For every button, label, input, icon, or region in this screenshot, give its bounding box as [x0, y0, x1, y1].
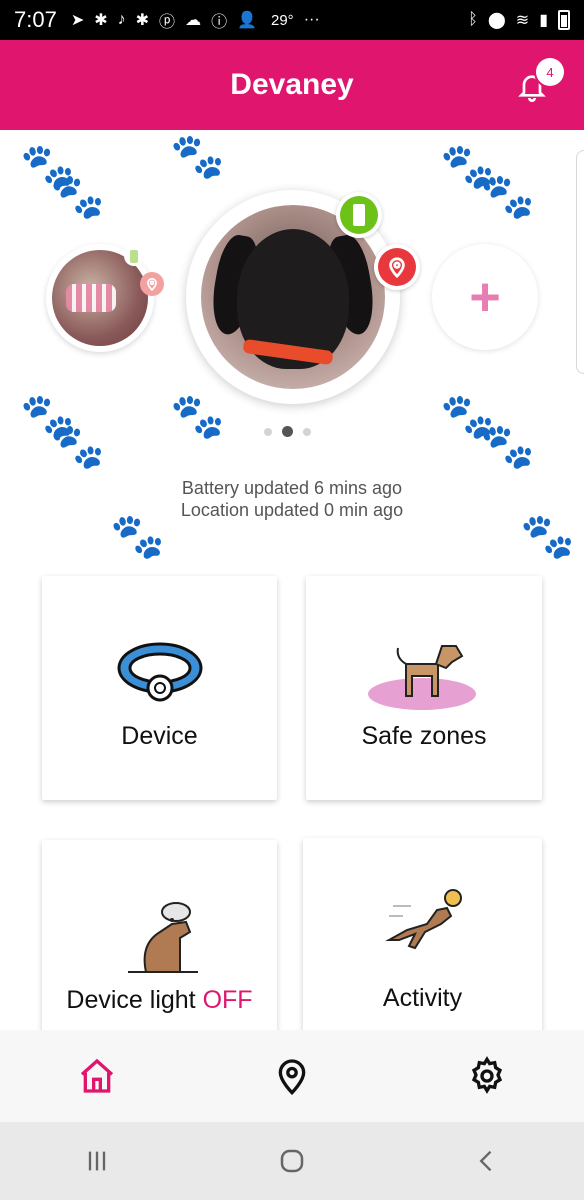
carousel-dot[interactable]: [264, 427, 272, 436]
notification-badge: 4: [536, 58, 564, 86]
device-light-state: OFF: [202, 986, 253, 1014]
app-header: Devaney 4: [0, 40, 584, 130]
nav-map[interactable]: [262, 1046, 322, 1106]
battery-icon: [558, 10, 570, 30]
back-button[interactable]: [457, 1131, 517, 1191]
device-card[interactable]: Device: [42, 576, 277, 800]
battery-status-icon: [124, 246, 144, 266]
activity-card[interactable]: Activity: [303, 838, 542, 1060]
location-updated-text: Location updated 0 min ago: [180, 500, 404, 520]
safe-zones-card[interactable]: Safe zones: [306, 576, 542, 800]
carousel-indicator: [264, 426, 311, 437]
home-system-button[interactable]: [262, 1131, 322, 1191]
home-icon: [81, 1058, 114, 1093]
dog-sitting-icon: [128, 902, 198, 973]
paw-icon: 🐾: [50, 172, 105, 221]
person-add-icon: 👤: [237, 12, 257, 29]
nav-arrow-icon: ➤: [70, 12, 85, 29]
paw-icon: 🐾: [480, 172, 535, 221]
recent-apps-icon: [89, 1151, 106, 1171]
bluetooth-icon: ᛒ: [468, 11, 478, 28]
wifi-icon: ≋: [515, 12, 530, 29]
alert-icon: ⓘ: [211, 14, 228, 31]
status-bar: 7:07 ➤ ✱ ♪ ✱ ⓟ ☁ ⓘ 👤 29° ··· ᛒ ⬤ ≋ ▮: [0, 0, 584, 40]
recent-apps-button[interactable]: [67, 1131, 127, 1191]
nav-settings[interactable]: [457, 1046, 517, 1106]
tiktok-icon: ♪: [117, 11, 126, 28]
back-icon: [479, 1150, 491, 1172]
carousel-dot[interactable]: [303, 427, 311, 436]
cloud-icon: ☁: [185, 12, 202, 29]
gear-icon: [471, 1056, 502, 1094]
system-navigation: [0, 1122, 584, 1200]
paw-icon: 🐾: [480, 422, 535, 471]
slack-icon: ✱: [135, 12, 150, 29]
side-drawer-handle[interactable]: [576, 150, 584, 374]
status-time: 7:07: [14, 7, 57, 32]
bottom-nav: [0, 1030, 584, 1122]
location-pin-icon: [374, 244, 420, 290]
system-icons: ᛒ ⬤ ≋ ▮: [468, 10, 570, 30]
location-pin-icon: [140, 272, 164, 296]
notification-icons: ➤ ✱ ♪ ✱ ⓟ ☁ ⓘ 👤 29° ···: [71, 8, 320, 32]
safe-zones-label: Safe zones: [361, 722, 487, 750]
signal-icon: ▮: [539, 12, 548, 29]
location-icon: ⬤: [487, 12, 506, 29]
battery-updated-text: Battery updated 6 mins ago: [181, 478, 403, 498]
nav-home[interactable]: [67, 1046, 127, 1106]
device-light-card[interactable]: Device light OFF: [42, 840, 277, 1060]
activity-label: Activity: [382, 984, 463, 1012]
device-light-label: Device light OFF: [66, 986, 253, 1014]
dog-safe-zone-icon: [368, 645, 476, 710]
add-pet-button[interactable]: +: [432, 244, 538, 350]
paw-icon: 🐾: [50, 422, 105, 471]
slack-icon: ✱: [94, 12, 108, 29]
device-label: Device: [121, 722, 198, 750]
temperature: 29°: [271, 11, 294, 29]
battery-status-icon: [336, 192, 382, 238]
dog-running-icon: [385, 889, 462, 950]
home-circle-icon: [280, 1149, 304, 1173]
carousel-dot-active[interactable]: [282, 426, 293, 437]
page-title: Devaney: [230, 68, 354, 101]
paw-icon: 🐾: [170, 392, 225, 441]
more-icon: ···: [303, 11, 320, 28]
collar-icon: [117, 642, 203, 702]
paw-icon: 🐾: [170, 132, 225, 181]
location-pin-icon: [278, 1059, 306, 1096]
pinterest-icon: ⓟ: [159, 14, 176, 31]
